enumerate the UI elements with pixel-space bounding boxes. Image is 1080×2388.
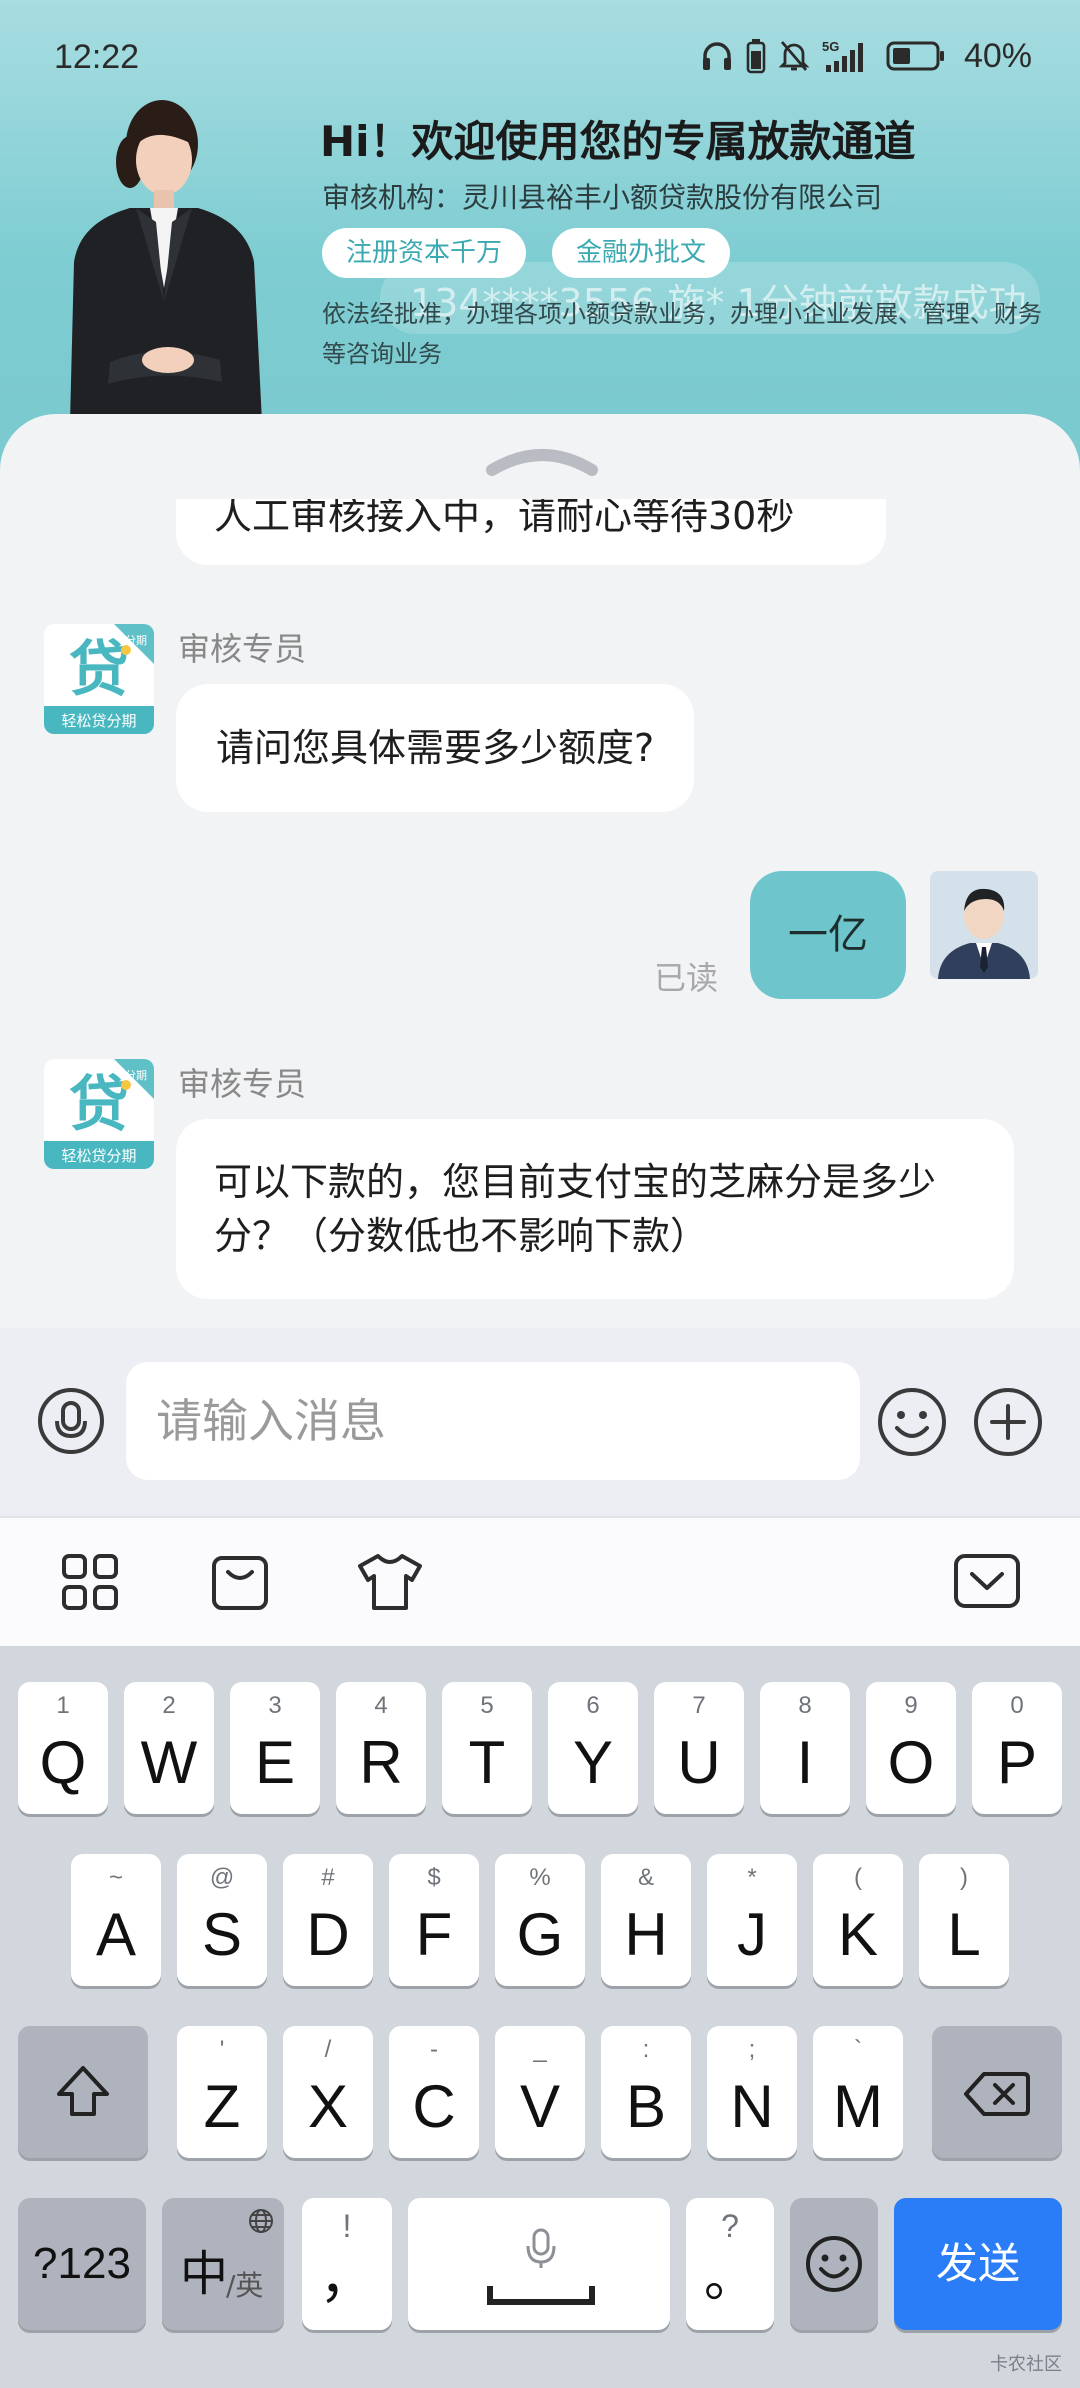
message-list[interactable]: 人工审核接入中，请耐心等待30秒 分期 贷 轻松贷分期 审核专员 请问您具体需要…	[0, 499, 1080, 1414]
grid-apps-icon[interactable]	[58, 1550, 122, 1614]
backspace-icon	[964, 2072, 1030, 2116]
key-i[interactable]: 8I	[760, 1682, 850, 1814]
message-bubble-partial: 人工审核接入中，请耐心等待30秒	[176, 499, 886, 565]
key-q[interactable]: 1Q	[18, 1682, 108, 1814]
battery-small-icon	[746, 39, 766, 74]
review-organization: 审核机构：灵川县裕丰小额贷款股份有限公司	[322, 181, 883, 214]
agent-photo	[70, 100, 262, 422]
sender-name: 审核专员	[178, 1065, 307, 1103]
header-banner: 12:22 5G 40% Hi！欢迎使用您的专属放款通道 审核机构：灵川县裕丰小…	[0, 0, 1080, 470]
company-description: 依法经批准，办理各项小额贷款业务，办理小企业发展、管理、财务等咨询业务	[322, 300, 1042, 368]
status-time: 12:22	[54, 38, 140, 76]
key-n[interactable]: ; N	[707, 2026, 797, 2158]
message-input-bar	[0, 1328, 1080, 1518]
message-bubble[interactable]: 可以下款的，您目前支付宝的芝麻分是多少分？（分数低也不影响下款）	[176, 1119, 1014, 1299]
loan-logo-icon: 分期 贷 轻松贷分期	[44, 624, 154, 734]
svg-text:轻松贷分期: 轻松贷分期	[61, 1147, 136, 1165]
keyboard-toolbar	[0, 1516, 1080, 1646]
numbers-key[interactable]: ?123	[18, 2198, 146, 2330]
key-r[interactable]: 4R	[336, 1682, 426, 1814]
drag-handle-icon[interactable]	[484, 444, 600, 476]
key-o[interactable]: 9O	[866, 1682, 956, 1814]
key-u[interactable]: 7U	[654, 1682, 744, 1814]
shift-key[interactable]	[18, 2026, 148, 2158]
svg-text:贷: 贷	[69, 1070, 129, 1140]
loan-logo-icon: 分期 贷 轻松贷分期	[44, 1059, 154, 1169]
space-mic-icon	[487, 2228, 595, 2305]
key-z[interactable]: ' Z	[177, 2026, 267, 2158]
key-b[interactable]: :B	[601, 2026, 691, 2158]
user-avatar-icon	[930, 871, 1038, 979]
key-f[interactable]: $ F	[389, 1854, 479, 1986]
read-receipt: 已读	[654, 959, 719, 997]
signal-5g-icon: 5G	[822, 39, 863, 72]
comma-key[interactable]: ! ，	[302, 2198, 392, 2330]
key-y[interactable]: 6Y	[548, 1682, 638, 1814]
key-j[interactable]: * J	[707, 1854, 797, 1986]
collapse-keyboard-icon[interactable]	[952, 1550, 1022, 1612]
mute-bell-icon	[778, 41, 810, 71]
headphones-icon	[702, 42, 731, 70]
key-t[interactable]: 5T	[442, 1682, 532, 1814]
plus-icon[interactable]	[972, 1386, 1044, 1458]
key-c[interactable]: -C	[389, 2026, 479, 2158]
soft-keyboard: 1Q 2W 3E 4R 5T 6Y 7U 8I 9O 0P ~ A @ S # D $…	[0, 1646, 1080, 2388]
key-a[interactable]: ~ A	[71, 1854, 161, 1986]
key-p[interactable]: 0P	[972, 1682, 1062, 1814]
key-m[interactable]: ` M	[813, 2026, 903, 2158]
send-key[interactable]: 发送	[894, 2198, 1062, 2330]
battery-percent: 40%	[963, 36, 1032, 75]
user-avatar[interactable]	[930, 871, 1038, 979]
watermark: 卡农社区	[990, 2354, 1062, 2375]
globe-icon	[249, 2209, 273, 2233]
battery-icon	[886, 41, 944, 71]
svg-text:轻松贷分期: 轻松贷分期	[61, 712, 136, 730]
key-x[interactable]: / X	[283, 2026, 373, 2158]
welcome-title: Hi！欢迎使用您的专属放款通道	[320, 117, 916, 166]
space-key[interactable]	[408, 2198, 670, 2330]
emoji-key[interactable]	[790, 2198, 878, 2330]
key-d[interactable]: # D	[283, 1854, 373, 1986]
emoji-key-icon	[806, 2236, 862, 2292]
key-w[interactable]: 2W	[124, 1682, 214, 1814]
sender-name: 审核专员	[178, 630, 307, 668]
message-bubble-user[interactable]: 一亿	[750, 871, 906, 999]
tshirt-skin-icon[interactable]	[356, 1550, 424, 1614]
status-icons: 5G 40%	[700, 34, 1032, 78]
bot-avatar[interactable]: 分期 贷 轻松贷分期	[44, 1059, 154, 1169]
period-key[interactable]: ? 。	[686, 2198, 774, 2330]
key-g[interactable]: % G	[495, 1854, 585, 1986]
bot-avatar[interactable]: 分期 贷 轻松贷分期	[44, 624, 154, 734]
key-s[interactable]: @ S	[177, 1854, 267, 1986]
message-input[interactable]	[126, 1362, 860, 1480]
microphone-icon[interactable]	[36, 1386, 106, 1456]
key-h[interactable]: & H	[601, 1854, 691, 1986]
emoji-icon[interactable]	[876, 1386, 948, 1458]
key-e[interactable]: 3E	[230, 1682, 320, 1814]
key-k[interactable]: (K	[813, 1854, 903, 1986]
language-switch-key[interactable]: 中 /英	[162, 2198, 284, 2330]
key-l[interactable]: ) L	[919, 1854, 1009, 1986]
message-bubble[interactable]: 请问您具体需要多少额度?	[176, 684, 695, 812]
key-v[interactable]: _ V	[495, 2026, 585, 2158]
svg-text:贷: 贷	[69, 635, 129, 705]
svg-text:5G: 5G	[822, 39, 839, 54]
backspace-key[interactable]	[932, 2026, 1062, 2158]
clipboard-icon[interactable]	[208, 1550, 272, 1614]
shift-arrow-icon	[57, 2066, 109, 2116]
